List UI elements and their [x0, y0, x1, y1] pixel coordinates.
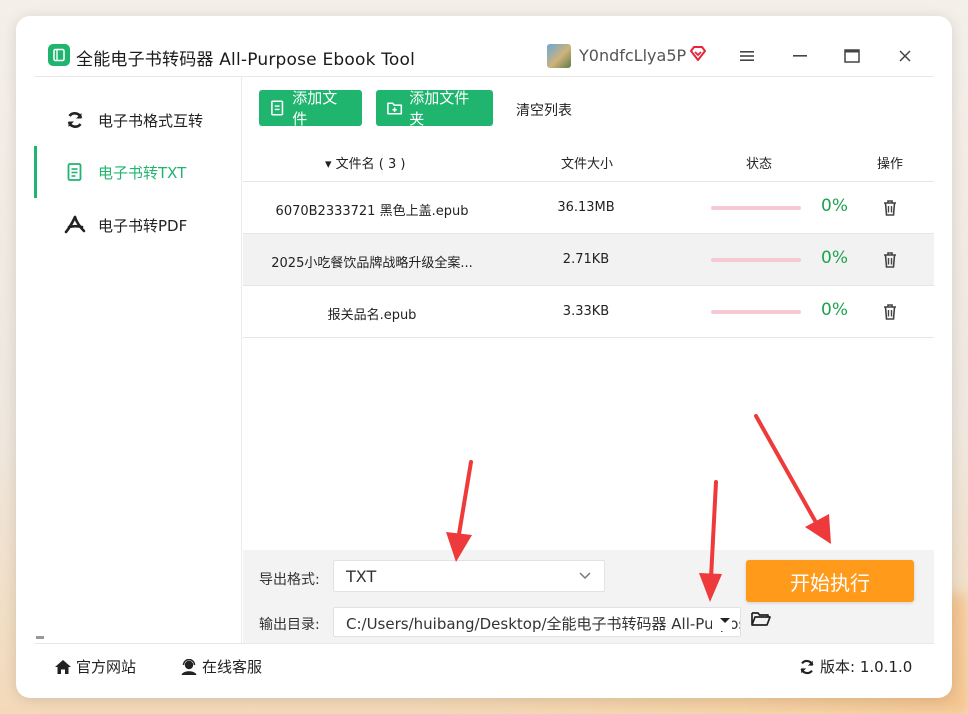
app-title: 全能电子书转码器 All-Purpose Ebook Tool [76, 50, 416, 70]
output-dir-value: C:/Users/huibang/Desktop/全能电子书转码器 All-Pu… [346, 615, 740, 633]
maximize-icon[interactable] [839, 43, 865, 69]
column-header-size: 文件大小 [561, 157, 614, 172]
file-name: 2025小吃餐饮品牌战略升级全案... [271, 256, 473, 271]
vip-diamond-icon[interactable] [688, 44, 708, 64]
sidebar-item-to-pdf[interactable]: 电子书转PDF [34, 199, 242, 251]
output-dir-label: 输出目录: [259, 617, 320, 633]
progress-percent: 0% [821, 196, 848, 216]
trash-icon[interactable] [881, 250, 899, 270]
add-file-icon [271, 100, 284, 116]
start-button[interactable]: 开始执行 [746, 560, 914, 602]
add-file-button[interactable]: 添加文件 [259, 89, 362, 128]
sidebar-item-format-convert[interactable]: 电子书格式互转 [34, 94, 242, 146]
version-info[interactable]: 版本: 1.0.1.0 [798, 656, 912, 677]
folder-open-icon[interactable] [750, 609, 772, 629]
file-size: 2.71KB [562, 252, 610, 267]
headset-icon [181, 658, 197, 675]
footer: 官方网站 在线客服 版本: 1.0.1.0 [34, 643, 934, 688]
table-row[interactable]: 6070B2333721 黑色上盖.epub 36.13MB 0% [243, 182, 934, 234]
progress-bar [711, 258, 801, 262]
progress-bar [711, 310, 801, 314]
output-dir-select[interactable]: C:/Users/huibang/Desktop/全能电子书转码器 All-Pu… [333, 607, 741, 637]
progress-bar [711, 206, 801, 210]
sidebar-item-to-txt[interactable]: 电子书转TXT [34, 146, 242, 198]
column-header-action: 操作 [877, 157, 904, 172]
scrollbar[interactable] [36, 636, 44, 639]
export-format-label: 导出格式: [259, 572, 320, 588]
book-icon [48, 44, 70, 66]
trash-icon[interactable] [881, 198, 899, 218]
home-icon [55, 659, 71, 674]
hamburger-icon[interactable] [734, 43, 760, 69]
table-row[interactable]: 2025小吃餐饮品牌战略升级全案... 2.71KB 0% [243, 234, 934, 286]
app-window: 全能电子书转码器 All-Purpose Ebook Tool Y0ndfcLl… [16, 16, 952, 698]
file-name: 报关品名.epub [327, 308, 417, 323]
trash-icon[interactable] [881, 302, 899, 322]
output-settings-panel: 导出格式: TXT 输出目录: C:/Users/huibang/Desktop… [243, 550, 934, 643]
add-file-label: 添加文件 [292, 89, 338, 128]
add-folder-icon [387, 102, 403, 115]
official-site-label: 官方网站 [76, 658, 137, 676]
sidebar: 电子书格式互转 电子书转TXT 电子书转PDF [34, 77, 242, 643]
file-table: ▾ 文件名 ( 3 ) 文件大小 状态 操作 6070B2333721 黑色上盖… [243, 140, 934, 550]
avatar[interactable] [547, 44, 571, 68]
export-format-value: TXT [346, 567, 377, 586]
official-site-link[interactable]: 官方网站 [54, 656, 136, 677]
sidebar-item-label: 电子书转TXT [98, 163, 187, 182]
file-size: 36.13MB [557, 200, 615, 215]
file-name: 6070B2333721 黑色上盖.epub [275, 204, 469, 219]
online-service-link[interactable]: 在线客服 [180, 656, 262, 677]
version-label: 版本: 1.0.1.0 [820, 658, 913, 676]
table-row[interactable]: 报关品名.epub 3.33KB 0% [243, 286, 934, 338]
minimize-icon[interactable] [787, 43, 813, 69]
add-folder-label: 添加文件夹 [409, 89, 470, 128]
sidebar-item-label: 电子书转PDF [98, 216, 188, 235]
column-header-status: 状态 [746, 157, 773, 172]
chevron-down-icon [579, 572, 591, 580]
online-service-label: 在线客服 [202, 658, 263, 676]
refresh-icon [64, 109, 86, 131]
close-icon[interactable] [892, 43, 918, 69]
refresh-icon [800, 659, 814, 674]
add-folder-button[interactable]: 添加文件夹 [376, 89, 493, 128]
title-bar: 全能电子书转码器 All-Purpose Ebook Tool Y0ndfcLl… [16, 16, 952, 76]
sidebar-item-label: 电子书格式互转 [98, 111, 204, 130]
progress-percent: 0% [821, 300, 848, 320]
file-size: 3.33KB [562, 304, 610, 319]
username[interactable]: Y0ndfcLlya5P [579, 46, 686, 65]
clear-list-button[interactable]: 清空列表 [516, 100, 572, 120]
column-header-name[interactable]: ▾ 文件名 ( 3 ) [325, 153, 405, 172]
table-header: ▾ 文件名 ( 3 ) 文件大小 状态 操作 [243, 140, 934, 182]
document-icon [64, 161, 86, 183]
caret-down-icon [712, 613, 732, 631]
pdf-icon [64, 214, 86, 236]
export-format-select[interactable]: TXT [333, 560, 605, 592]
progress-percent: 0% [821, 248, 848, 268]
